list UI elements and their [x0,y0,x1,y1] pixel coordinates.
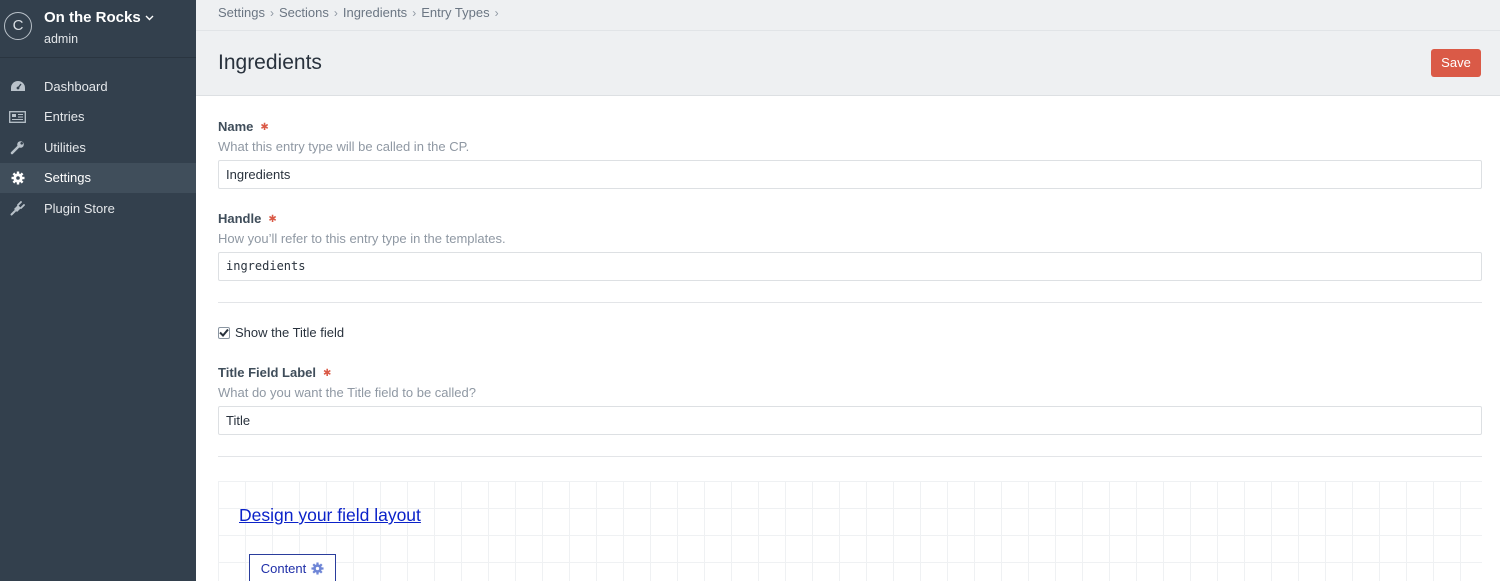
header-divider [196,30,1500,31]
site-logo[interactable]: C [4,12,32,40]
save-button[interactable]: Save [1431,49,1481,77]
main-nav: Dashboard Entries Utilities Settings Plu… [0,71,196,224]
nav-label: Dashboard [44,78,108,94]
wrench-icon [9,139,26,155]
tab-label: Content [260,561,307,576]
gear-icon [9,170,26,186]
design-field-layout-link[interactable]: Design your field layout [239,505,421,526]
site-name: On the Rocks [44,9,141,26]
name-label: Name [218,119,254,134]
breadcrumb-separator: › [412,5,417,20]
breadcrumb-separator: › [269,5,274,20]
breadcrumb-separator: › [494,5,499,20]
title-label-instructions: What do you want the Title field to be c… [218,385,476,400]
nav-item-settings[interactable]: Settings [0,162,196,193]
title-label-field: Title Field Label ✱ What do you want the… [218,365,1482,435]
chevron-down-icon [145,12,154,24]
show-title-field-toggle[interactable]: Show the Title field [218,325,344,340]
handle-instructions: How you’ll refer to this entry type in t… [218,231,506,246]
field-layout-designer: Design your field layout Content [218,481,1482,581]
site-switcher[interactable]: On the Rocks [44,9,154,26]
title-label-input[interactable]: Title [218,406,1482,435]
breadcrumb-entry-types[interactable]: Entry Types [421,5,489,20]
breadcrumb-ingredients[interactable]: Ingredients [343,5,407,20]
nav-item-utilities[interactable]: Utilities [0,132,196,163]
name-field: Name ✱ What this entry type will be call… [218,119,1482,189]
page-title: Ingredients [218,51,322,74]
breadcrumb-settings[interactable]: Settings [218,5,265,20]
nav-item-entries[interactable]: Entries [0,102,196,133]
dashboard-icon [9,78,26,94]
title-field-label-label: Title Field Label [218,365,317,380]
nav-label: Plugin Store [44,200,115,216]
breadcrumb-sections[interactable]: Sections [279,5,329,20]
handle-label: Handle [218,211,262,226]
current-user[interactable]: admin [44,32,78,46]
name-input[interactable]: Ingredients [218,160,1482,189]
section-divider [218,302,1482,303]
nav-label: Entries [44,109,85,125]
handle-field: Handle ✱ How you’ll refer to this entry … [218,211,1482,281]
layout-tab-content[interactable]: Content [249,554,336,581]
sidebar: C On the Rocks admin Dashboard Entries U… [0,0,196,581]
entries-icon [9,109,26,125]
name-instructions: What this entry type will be called in t… [218,139,470,154]
show-title-checkbox[interactable] [218,326,230,339]
show-title-label: Show the Title field [235,325,345,340]
breadcrumb-separator: › [333,5,338,20]
required-asterisk-icon: ✱ [260,122,269,133]
required-asterisk-icon: ✱ [323,368,332,379]
tab-settings-gear-icon[interactable] [311,562,324,575]
site-header: C On the Rocks admin [0,0,196,58]
handle-input[interactable]: ingredients [218,252,1482,281]
nav-item-dashboard[interactable]: Dashboard [0,71,196,102]
nav-label: Settings [44,170,91,186]
plug-icon [9,200,26,216]
required-asterisk-icon: ✱ [268,214,277,225]
page-header: Settings › Sections › Ingredients › Entr… [196,0,1500,96]
main-content: Settings › Sections › Ingredients › Entr… [196,0,1500,581]
nav-label: Utilities [44,139,86,155]
breadcrumb: Settings › Sections › Ingredients › Entr… [218,5,504,20]
nav-item-plugin-store[interactable]: Plugin Store [0,193,196,224]
section-divider [218,456,1482,457]
